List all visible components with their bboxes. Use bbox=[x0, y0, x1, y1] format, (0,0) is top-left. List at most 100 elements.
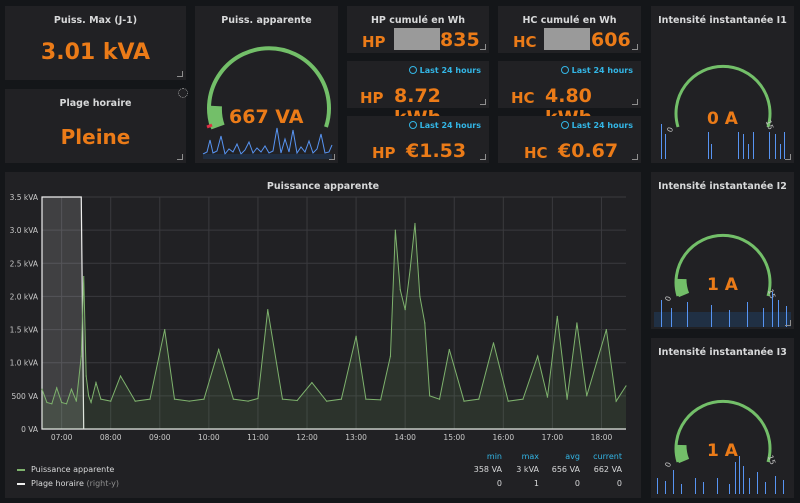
panel-hp-eur[interactable]: Last 24 hours HP €1.53 bbox=[347, 116, 489, 163]
redacted-value bbox=[394, 28, 440, 50]
legend-item-puissance[interactable]: Puissance apparente bbox=[17, 465, 114, 474]
data-point bbox=[61, 401, 63, 404]
time-range-badge: Last 24 hours bbox=[408, 121, 481, 130]
x-tick-label: 11:00 bbox=[247, 433, 269, 442]
puiss-max-value: 3.01 kVA bbox=[40, 40, 151, 65]
data-point bbox=[173, 398, 176, 400]
redacted-value bbox=[544, 28, 590, 50]
x-tick-label: 12:00 bbox=[296, 433, 318, 442]
legend-min: 358 VA bbox=[473, 465, 502, 474]
panel-puiss-apparente[interactable]: Puiss. apparente 667 VA bbox=[195, 6, 338, 163]
series-puissance-area bbox=[42, 223, 626, 429]
legend-max: 1 bbox=[533, 479, 539, 488]
data-point bbox=[576, 322, 578, 324]
panel-puiss-max[interactable]: Puiss. Max (J-1) 3.01 kVA bbox=[5, 6, 186, 80]
data-point bbox=[355, 335, 357, 337]
clock-icon bbox=[408, 66, 417, 74]
hp-prefix: HP bbox=[362, 33, 386, 51]
panel-plage-horaire[interactable]: Plage horaire Pleine bbox=[5, 89, 186, 163]
data-point bbox=[537, 355, 539, 357]
y-tick-label: 1.0 kVA bbox=[10, 359, 39, 368]
data-point bbox=[522, 398, 524, 400]
hp-cumul-value: 835 bbox=[440, 29, 480, 51]
x-tick-label: 18:00 bbox=[591, 433, 613, 442]
data-point bbox=[134, 400, 136, 402]
data-point bbox=[429, 395, 431, 397]
resize-handle[interactable] bbox=[480, 99, 486, 105]
resize-handle[interactable] bbox=[632, 99, 638, 105]
y-tick-label: 2.5 kVA bbox=[10, 259, 39, 268]
y-tick-label: 0 VA bbox=[21, 425, 39, 434]
data-point bbox=[311, 382, 313, 384]
hc-eur-value: €0.67 bbox=[558, 140, 619, 162]
time-range-badge: Last 24 hours bbox=[560, 66, 633, 75]
hc-cumul-value: 606 bbox=[591, 29, 631, 51]
y-tick-label: 2.0 kVA bbox=[10, 292, 39, 301]
legend-current: 0 bbox=[616, 479, 622, 488]
data-point bbox=[478, 398, 480, 400]
data-point bbox=[380, 399, 382, 401]
data-point bbox=[85, 375, 87, 377]
puissance-chart: 0 VA 500 VA 1.0 kVA 1.5 kVA 2.0 kVA 2.5 kVA 3.… bbox=[10, 193, 627, 442]
data-point bbox=[615, 400, 617, 402]
x-tick-label: 10:00 bbox=[198, 433, 220, 442]
data-point bbox=[507, 400, 509, 402]
gauge-min-label: 0 bbox=[663, 461, 673, 469]
resize-handle[interactable] bbox=[480, 44, 486, 50]
panel-hp-kwh[interactable]: Last 24 hours HP 8.72 kWh bbox=[347, 61, 489, 129]
panel-intensite-i2[interactable]: Intensité instantanée I2 0 15 1 A bbox=[651, 172, 794, 329]
data-point bbox=[119, 375, 122, 377]
resize-handle[interactable] bbox=[785, 320, 791, 326]
resize-handle[interactable] bbox=[329, 154, 335, 160]
resize-handle[interactable] bbox=[785, 154, 791, 160]
data-point bbox=[414, 222, 416, 225]
legend-swatch bbox=[17, 482, 25, 485]
data-point bbox=[100, 398, 102, 400]
panel-hc-kwh[interactable]: Last 24 hours HC 4.80 kWh bbox=[498, 61, 641, 129]
sparkline-puiss bbox=[202, 127, 333, 156]
sparkline-i3 bbox=[657, 456, 784, 494]
data-point bbox=[41, 388, 43, 390]
hp-prefix: HP bbox=[360, 89, 384, 107]
data-point bbox=[625, 385, 627, 387]
sparkline-i1 bbox=[661, 124, 785, 159]
resize-handle[interactable] bbox=[632, 44, 638, 50]
panel-puissance-graph[interactable]: Puissance apparente 0 VA 500 VA 1.0 kVA 1.5… bbox=[5, 172, 641, 498]
data-point bbox=[438, 398, 441, 400]
data-point bbox=[51, 403, 53, 405]
panel-hc-cumul[interactable]: HC cumulé en Wh HC 606 bbox=[498, 6, 641, 53]
y-tick-label: 500 VA bbox=[12, 392, 39, 401]
data-point bbox=[340, 398, 342, 400]
data-point bbox=[149, 398, 151, 400]
panel-title: Puiss. Max (J-1) bbox=[53, 15, 138, 26]
resize-handle[interactable] bbox=[632, 154, 638, 160]
panel-intensite-i3[interactable]: Intensité instantanée I3 0 15 1 A bbox=[651, 338, 794, 498]
hc-prefix: HC bbox=[524, 144, 548, 162]
gauge-i1: 0 15 bbox=[661, 65, 785, 159]
data-point bbox=[65, 403, 68, 405]
i2-value: 1 A bbox=[707, 275, 738, 295]
data-point bbox=[90, 401, 92, 404]
panel-hc-eur[interactable]: Last 24 hours HC €0.67 bbox=[498, 116, 641, 163]
data-point bbox=[419, 295, 421, 298]
legend-item-plage[interactable]: Plage horaire (right-y) bbox=[17, 479, 119, 488]
data-point bbox=[556, 315, 558, 317]
data-point bbox=[326, 400, 328, 402]
panel-hp-cumul[interactable]: HP cumulé en Wh HP 835 bbox=[347, 6, 489, 53]
resize-handle[interactable] bbox=[480, 154, 486, 160]
resize-handle[interactable] bbox=[177, 154, 183, 160]
panel-intensite-i1[interactable]: Intensité instantanée I1 0 15 0 A bbox=[651, 6, 794, 163]
data-point bbox=[232, 398, 234, 400]
resize-handle[interactable] bbox=[177, 71, 183, 77]
x-tick-label: 13:00 bbox=[345, 433, 367, 442]
x-tick-label: 14:00 bbox=[394, 433, 416, 442]
data-point bbox=[424, 322, 426, 324]
data-point bbox=[409, 269, 411, 271]
legend-avg: 656 VA bbox=[551, 465, 580, 474]
panel-title: Plage horaire bbox=[59, 98, 132, 109]
data-point bbox=[70, 388, 73, 390]
data-point bbox=[566, 398, 568, 400]
data-point bbox=[595, 362, 598, 364]
legend-current: 662 VA bbox=[593, 465, 622, 474]
data-point bbox=[546, 396, 549, 398]
